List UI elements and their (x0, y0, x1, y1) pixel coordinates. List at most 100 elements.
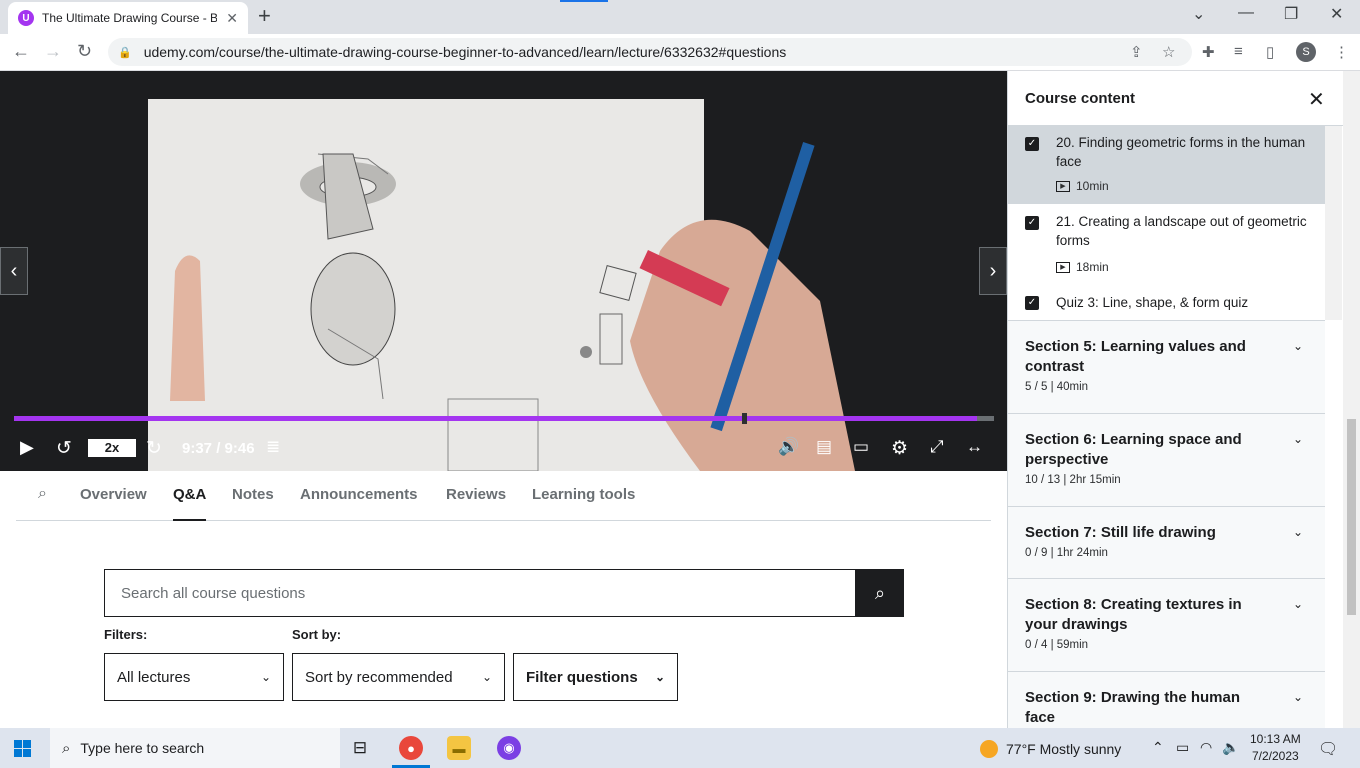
chevron-down-icon: ⌄ (1293, 339, 1304, 353)
section-7[interactable]: Section 7: Still life drawing ⌄ 0 / 9 | … (1008, 506, 1325, 578)
playback-speed-button[interactable]: 2x (88, 439, 136, 457)
sidebar-inner-scrollbar[interactable] (1325, 126, 1342, 320)
tab-announcements[interactable]: Announcements (300, 486, 418, 503)
battery-icon[interactable]: ▭ (1176, 739, 1189, 756)
browser-tab[interactable]: U The Ultimate Drawing Course - B ✕ (8, 2, 248, 34)
side-panel-icon[interactable]: ▯ (1266, 43, 1274, 61)
section-meta: 10 / 13 | 2hr 15min (1025, 474, 1121, 486)
settings-gear-icon[interactable]: ⚙ (891, 437, 908, 460)
bookmark-star-icon[interactable]: ☆ (1162, 43, 1175, 61)
transcript-icon[interactable]: ▤ (816, 437, 832, 457)
filter-questions-button[interactable]: Filter questions ⌄ (513, 653, 678, 701)
new-tab-icon[interactable]: + (258, 5, 271, 27)
sort-value: Sort by recommended (305, 668, 453, 686)
section-9[interactable]: Section 9: Drawing the human face ⌄ (1008, 671, 1325, 728)
fullscreen-icon[interactable]: ⤢ (930, 437, 944, 457)
lecture-filter-select[interactable]: All lectures ⌄ (104, 653, 284, 701)
profile-avatar[interactable]: S (1296, 42, 1316, 62)
lecture-filter-value: All lectures (117, 668, 191, 686)
taskbar-search-placeholder: Type here to search (80, 740, 205, 756)
close-sidebar-icon[interactable]: ✕ (1308, 87, 1325, 112)
video-icon: ▶ (1056, 261, 1070, 273)
tab-qa[interactable]: Q&A (173, 486, 207, 521)
lecture-title: 21. Creating a landscape out of geometri… (1056, 214, 1307, 248)
rewind-5-icon[interactable]: ↺ (56, 437, 72, 460)
search-icon: ⌕ (62, 739, 71, 757)
next-lecture-button[interactable]: › (979, 247, 1007, 295)
github-desktop-icon[interactable]: ◉ (497, 736, 521, 760)
video-player[interactable]: ‹ › ▶ ↺ 2x ↻ 9:37 / 9:46 ≣ 🔊 ▤ ▭ ⚙ ⤢ ↔ (0, 71, 1007, 471)
section-5[interactable]: Section 5: Learning values and contrast … (1008, 320, 1325, 413)
windows-start-icon[interactable] (14, 740, 31, 757)
lecture-complete-checkbox[interactable]: ✓ (1025, 216, 1039, 230)
lecture-tab-nav: ⌕ Overview Q&A Notes Announcements Revie… (16, 471, 991, 521)
restore-icon[interactable]: ❐ (1284, 4, 1298, 24)
lecture-item-20[interactable]: ✓ 20. Finding geometric forms in the hum… (1008, 126, 1325, 204)
course-content-sidebar: Course content ✕ ✓ 20. Finding geometric… (1007, 71, 1360, 728)
tab-reviews[interactable]: Reviews (446, 486, 506, 503)
lecture-title: Quiz 3: Line, shape, & form quiz (1056, 295, 1249, 310)
network-wifi-icon[interactable]: ◠ (1200, 739, 1212, 756)
speaker-icon[interactable]: 🔈 (1222, 739, 1239, 756)
share-icon[interactable]: ⇪ (1130, 43, 1143, 61)
close-tab-icon[interactable]: ✕ (226, 10, 238, 27)
forward-5-icon[interactable]: ↻ (146, 437, 162, 460)
video-progress-bar[interactable] (14, 413, 994, 424)
address-bar[interactable]: 🔒 udemy.com/course/the-ultimate-drawing-… (108, 38, 1192, 66)
tab-search-chevron-icon[interactable]: ⌄ (1192, 4, 1205, 24)
page-scrollbar-thumb[interactable] (1347, 419, 1356, 615)
hand-with-pencil-image (630, 142, 855, 471)
minimize-icon[interactable]: — (1238, 4, 1254, 22)
lecture-title: 20. Finding geometric forms in the human… (1056, 135, 1306, 169)
weather-widget[interactable]: 77°F Mostly sunny (980, 740, 1121, 758)
url-text: udemy.com/course/the-ultimate-drawing-co… (143, 44, 787, 60)
previous-lecture-button[interactable]: ‹ (0, 247, 28, 295)
notifications-icon[interactable]: 🗨 (1318, 739, 1338, 759)
expand-theater-icon[interactable]: ↔ (966, 437, 983, 457)
video-time: 9:37 / 9:46 (182, 440, 255, 457)
tab-overview[interactable]: Overview (80, 486, 147, 503)
lecture-item-21[interactable]: ✓ 21. Creating a landscape out of geomet… (1008, 204, 1325, 284)
forward-icon[interactable]: → (44, 41, 62, 62)
reload-icon[interactable]: ↻ (77, 41, 92, 62)
question-search-input[interactable] (104, 569, 856, 617)
add-note-icon[interactable]: ≣ (266, 437, 280, 457)
weather-text: 77°F Mostly sunny (1006, 741, 1122, 757)
lecture-duration: ▶ 10min (1056, 179, 1109, 193)
reading-list-icon[interactable]: ≡ (1234, 43, 1243, 60)
task-view-icon[interactable]: ⊟ (348, 736, 372, 760)
search-course-icon[interactable]: ⌕ (38, 485, 47, 503)
browser-toolbar: ← → ↻ 🔒 udemy.com/course/the-ultimate-dr… (0, 34, 1360, 71)
section-8[interactable]: Section 8: Creating textures in your dra… (1008, 578, 1325, 671)
lecture-item-quiz-3[interactable]: ✓ Quiz 3: Line, shape, & form quiz (1008, 284, 1325, 320)
menu-kebab-icon[interactable]: ⋮ (1334, 43, 1349, 61)
play-icon[interactable]: ▶ (20, 437, 34, 458)
section-meta: 0 / 9 | 1hr 24min (1025, 547, 1108, 559)
chrome-icon[interactable]: ● (399, 736, 423, 760)
lecture-complete-checkbox[interactable]: ✓ (1025, 137, 1039, 151)
close-window-icon[interactable]: ✕ (1330, 4, 1343, 24)
chevron-down-icon: ⌄ (260, 670, 271, 684)
volume-icon[interactable]: 🔊 (778, 437, 799, 457)
progress-hover-marker (742, 413, 747, 424)
extensions-icon[interactable]: ✚ (1202, 43, 1215, 61)
section-title: Section 9: Drawing the human face (1025, 689, 1241, 726)
page-scrollbar[interactable] (1343, 71, 1360, 728)
tray-chevron-up-icon[interactable]: ⌃ (1152, 739, 1164, 756)
section-meta: 5 / 5 | 40min (1025, 381, 1089, 393)
captions-icon[interactable]: ▭ (853, 437, 869, 457)
taskbar-search[interactable]: ⌕ Type here to search (50, 728, 340, 768)
lecture-complete-checkbox[interactable]: ✓ (1025, 296, 1039, 310)
section-6[interactable]: Section 6: Learning space and perspectiv… (1008, 413, 1325, 506)
tab-notes[interactable]: Notes (232, 486, 274, 503)
back-icon[interactable]: ← (12, 41, 30, 62)
taskbar-clock[interactable]: 10:13 AM 7/2/2023 (1250, 731, 1301, 765)
sort-select[interactable]: Sort by recommended ⌄ (292, 653, 505, 701)
section-title: Section 5: Learning values and contrast (1025, 338, 1246, 375)
lock-icon: 🔒 (118, 46, 132, 59)
sidebar-title: Course content (1025, 90, 1136, 107)
tab-learning-tools[interactable]: Learning tools (532, 486, 635, 503)
question-search-button[interactable]: ⌕ (856, 569, 904, 617)
file-explorer-icon[interactable]: ▬ (447, 736, 471, 760)
filters-label: Filters: (104, 627, 148, 642)
